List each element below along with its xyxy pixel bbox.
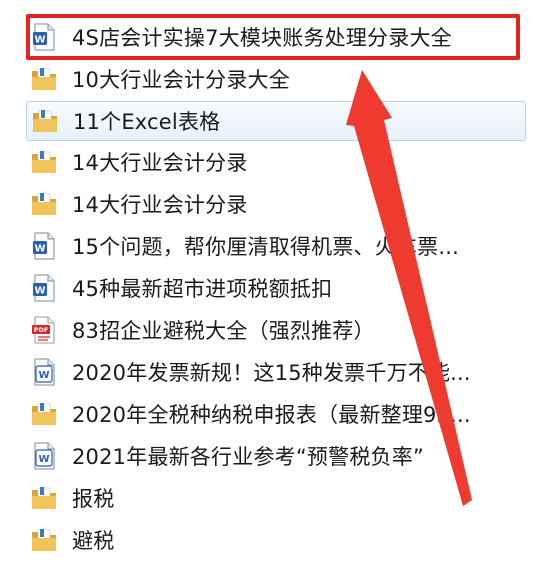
file-row-83-tax-avoidance[interactable]: PDF 83招企业避税大全（强烈推荐） (26, 310, 526, 350)
file-name: 避税 (72, 529, 115, 553)
word-doc-icon: W (33, 232, 55, 260)
file-name: 11个Excel表格 (73, 110, 221, 134)
folder-row-2020-tax-forms[interactable]: 2020年全税种纳税申报表（最新整理92... (26, 394, 526, 434)
folder-row-14-industry-b[interactable]: 14大行业会计分录 (26, 184, 526, 224)
word-doc-icon: W (33, 23, 55, 51)
folder-row-10-industry[interactable]: 10大行业会计分录大全 (26, 59, 526, 99)
folder-icon (32, 68, 56, 90)
folder-icon (32, 151, 56, 173)
file-name: 15个问题，帮你厘清取得机票、火车票... (72, 235, 459, 259)
wps-doc-icon: W (34, 358, 55, 386)
word-doc-icon: W (33, 274, 55, 302)
folder-icon (33, 110, 57, 132)
svg-text:W: W (34, 244, 45, 255)
file-row-2020-invoice[interactable]: W 2020年发票新规！这15种发票千万不能... (26, 352, 526, 392)
folder-row-tax-filing[interactable]: 报税 (26, 478, 526, 518)
pdf-icon: PDF (32, 316, 55, 344)
file-row-45-supermarket[interactable]: W 45种最新超市进项税额抵扣 (26, 268, 526, 308)
file-row-2021-warning-rate[interactable]: W 2021年最新各行业参考“预警税负率” (26, 436, 526, 476)
folder-icon (32, 193, 56, 215)
file-row-15-questions[interactable]: W 15个问题，帮你厘清取得机票、火车票... (26, 226, 526, 266)
svg-text:W: W (38, 370, 49, 381)
folder-row-tax-avoid[interactable]: 避税 (26, 520, 526, 560)
folder-icon (32, 403, 56, 425)
svg-text:W: W (34, 286, 45, 297)
svg-text:W: W (38, 454, 49, 465)
svg-text:W: W (34, 35, 45, 46)
file-name: 14大行业会计分录 (72, 193, 248, 217)
file-row-4s-accounting[interactable]: W 4S店会计实操7大模块账务处理分录大全 (26, 17, 526, 57)
file-name: 2020年发票新规！这15种发票千万不能... (72, 361, 471, 385)
folder-row-11-excel[interactable]: 11个Excel表格 (26, 101, 526, 141)
file-list: W 4S店会计实操7大模块账务处理分录大全 10大行业会计分录大全 11个Exc… (0, 0, 546, 570)
file-name: 报税 (72, 487, 115, 511)
file-name: 14大行业会计分录 (72, 151, 248, 175)
folder-icon (32, 529, 56, 551)
svg-text:PDF: PDF (34, 326, 49, 334)
folder-icon (32, 487, 56, 509)
file-name: 45种最新超市进项税额抵扣 (72, 277, 333, 301)
file-name: 2020年全税种纳税申报表（最新整理92... (72, 403, 471, 427)
file-name: 2021年最新各行业参考“预警税负率” (72, 445, 425, 469)
file-name: 4S店会计实操7大模块账务处理分录大全 (72, 26, 452, 50)
file-name: 10大行业会计分录大全 (72, 68, 290, 92)
wps-doc-icon: W (34, 442, 55, 470)
folder-row-14-industry-a[interactable]: 14大行业会计分录 (26, 142, 526, 182)
file-name: 83招企业避税大全（强烈推荐） (72, 319, 375, 343)
